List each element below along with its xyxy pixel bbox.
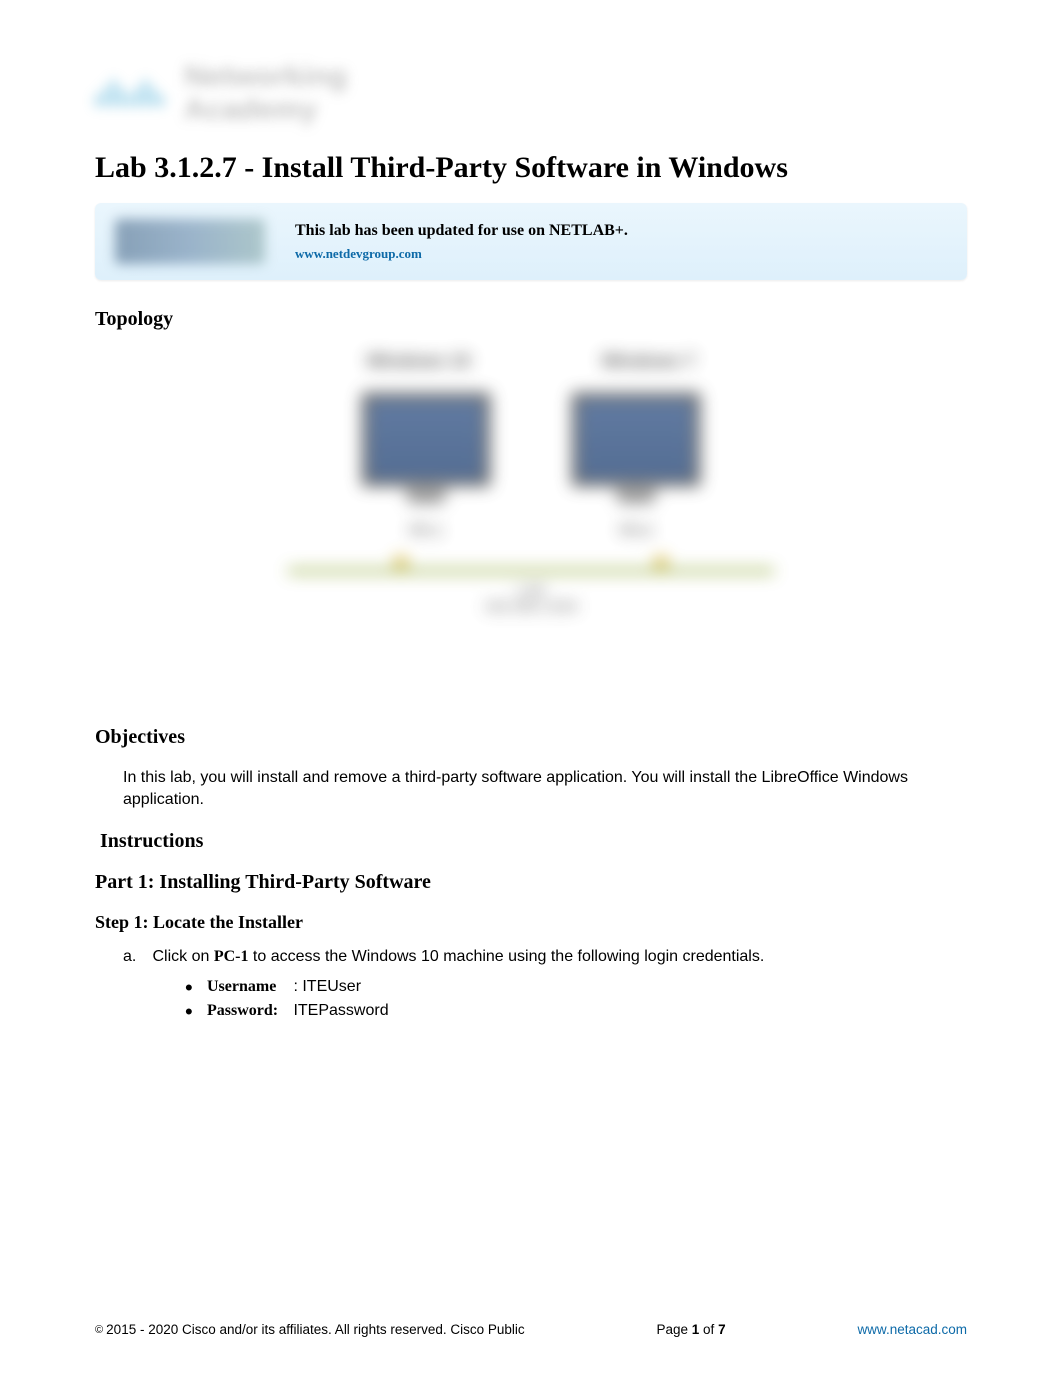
credentials-list: Username : ITEUser Password: ITEPassword [185, 975, 967, 1023]
page-footer: 2015 - 2020 Cisco and/or its affiliates.… [95, 1322, 967, 1337]
monitor-icon [361, 392, 491, 487]
objectives-heading: Objectives [95, 726, 967, 749]
footer-url[interactable]: www.netacad.com [857, 1322, 967, 1337]
step1a: a. Click on PC-1 to access the Windows 1… [123, 945, 967, 969]
page-number: Page 1 of 7 [657, 1322, 726, 1337]
network-line [288, 568, 774, 574]
notice-link[interactable]: www.netdevgroup.com [295, 246, 947, 262]
step-text-pre: Click on [152, 948, 213, 965]
cred-username: Username : ITEUser [185, 975, 967, 999]
cred-label: Username [207, 975, 289, 999]
step-text-post: to access the Windows 10 machine using t… [248, 948, 764, 965]
topo-label-win7: Windows 7 [602, 351, 696, 372]
cred-password: Password: ITEPassword [185, 999, 967, 1023]
step1-heading: Step 1: Locate the Installer [95, 912, 967, 933]
logo-text: Networking Academy [184, 60, 347, 126]
brand-logo: Networking Academy [95, 60, 967, 126]
topology-heading: Topology [95, 308, 967, 331]
lan-label: LAN [261, 582, 801, 598]
copyright-text: 2015 - 2020 Cisco and/or its affiliates.… [95, 1322, 525, 1337]
topo-pc1-label: PC-1 [410, 522, 442, 538]
cred-label: Password: [207, 999, 289, 1023]
cred-value: ITEPassword [293, 1002, 388, 1019]
part1-heading: Part 1: Installing Third-Party Software [95, 871, 967, 894]
notice-text: This lab has been updated for use on NET… [295, 222, 947, 240]
topology-diagram: Windows 10 Windows 7 PC-1 PC-2 LAN 192.1… [261, 351, 801, 691]
page-title: Lab 3.1.2.7 - Install Third-Party Softwa… [95, 151, 967, 185]
cred-value: ITEUser [302, 978, 361, 995]
cisco-icon [95, 79, 164, 107]
step-letter: a. [123, 945, 148, 969]
instructions-heading: Instructions [100, 830, 967, 853]
topo-label-win10: Windows 10 [367, 351, 471, 372]
step-text-bold: PC-1 [214, 948, 249, 965]
update-notice: This lab has been updated for use on NET… [95, 203, 967, 280]
objectives-text: In this lab, you will install and remove… [123, 767, 967, 812]
subnet-label: 192.168.1.0/24 [261, 598, 801, 614]
monitor-icon [571, 392, 701, 487]
topo-pc2-label: PC-2 [620, 522, 652, 538]
ndg-logo [115, 219, 265, 264]
